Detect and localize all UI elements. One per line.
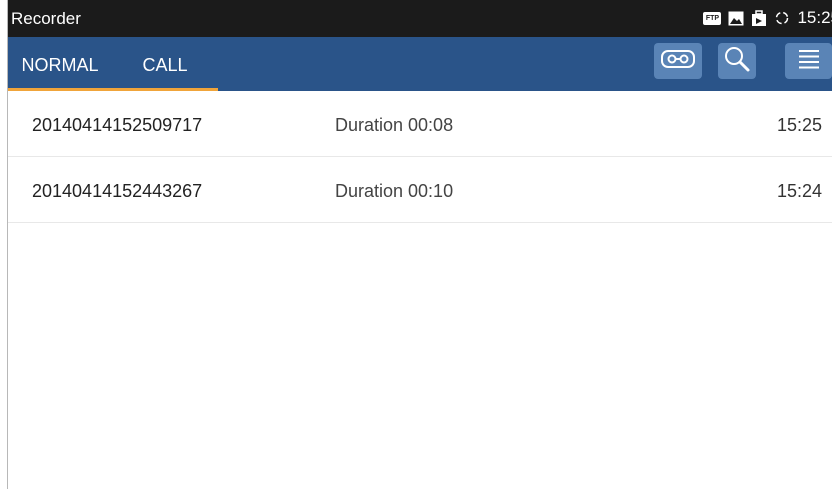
recording-row[interactable]: 20140414152509717 Duration 00:08 15:25 — [8, 91, 832, 157]
recording-list: 20140414152509717 Duration 00:08 15:25 2… — [8, 91, 832, 489]
recording-duration: Duration 00:10 — [335, 181, 454, 201]
status-icons: FTP 15:25 — [703, 6, 832, 30]
recording-time: 15:24 — [776, 181, 822, 201]
tab-normal[interactable]: NORMAL — [8, 37, 112, 91]
tab-call[interactable]: CALL — [112, 37, 218, 91]
recording-name: 20140414152509717 — [32, 115, 203, 135]
sync-icon — [774, 10, 790, 26]
search-button[interactable] — [718, 43, 756, 79]
tab-normal-label: NORMAL — [21, 55, 99, 75]
recording-duration: Duration 00:08 — [335, 115, 454, 135]
recorder-window: Recorder FTP 15:25 — [0, 0, 832, 489]
status-bar: Recorder FTP 15:25 — [8, 0, 832, 37]
menu-icon — [796, 48, 822, 75]
app-title: Recorder — [11, 9, 81, 28]
tab-call-label: CALL — [142, 55, 188, 75]
recording-time: 15:25 — [776, 115, 822, 135]
recording-name: 20140414152443267 — [32, 181, 203, 201]
briefcase-icon — [751, 9, 767, 27]
tape-icon — [661, 49, 695, 74]
action-bar: NORMAL CALL — [8, 37, 832, 91]
search-icon — [723, 45, 751, 78]
recording-row[interactable]: 20140414152443267 Duration 00:10 15:24 — [8, 157, 832, 223]
image-icon — [728, 11, 744, 26]
ftp-icon: FTP — [703, 11, 722, 25]
status-time: 15:25 — [797, 8, 832, 27]
menu-button[interactable] — [785, 43, 832, 79]
tape-button[interactable] — [654, 43, 702, 79]
